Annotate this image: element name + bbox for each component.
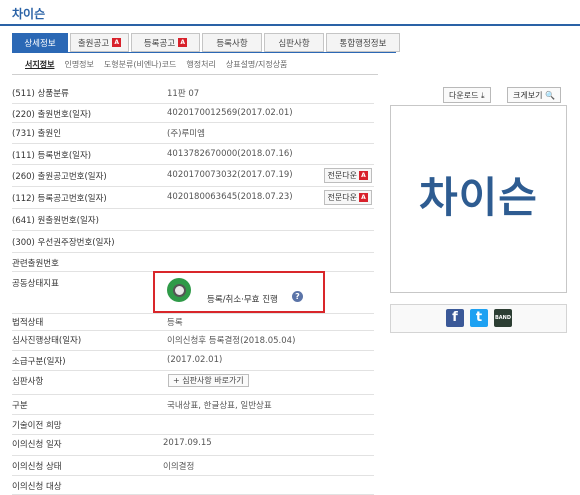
trademark-mark-text: 차이슨: [419, 173, 538, 222]
table-row: 이의신청 대상: [12, 475, 374, 495]
field-value: 등록: [167, 318, 183, 328]
field-value: (2017.02.01): [167, 355, 223, 365]
field-value: 11판 07: [167, 89, 200, 99]
field-value: 국내상표, 한글상표, 일반상표: [167, 401, 272, 411]
field-label: (111) 등록번호(일자): [12, 151, 92, 161]
field-label: 이의신청 대상: [12, 482, 62, 492]
field-value: 이의신청후 등록결정(2018.05.04): [167, 336, 296, 346]
table-row: 이의신청 일자 2017.09.15: [12, 434, 374, 456]
field-label: 관련출원번호: [12, 259, 59, 269]
table-row: 구분 국내상표, 한글상표, 일반상표: [12, 394, 374, 415]
field-value: 4020180063645(2018.07.23): [167, 192, 293, 202]
registration-seal-icon: [167, 278, 191, 302]
table-row: (260) 출원공고번호(일자) 4020170073032(2017.07.1…: [12, 164, 374, 187]
facebook-icon[interactable]: f: [446, 309, 464, 327]
table-row: 심사진행상태(일자) 이의신청후 등록결정(2018.05.04): [12, 330, 374, 351]
status-indicator-box: 등록/취소·무효 진행 ?: [153, 271, 325, 313]
field-label: 심판사항: [12, 377, 44, 387]
band-icon[interactable]: BAND: [494, 309, 512, 327]
button-label: 전문다운: [327, 171, 357, 180]
table-row: 이의신청 상태 이의결정: [12, 455, 374, 476]
field-value: 2017.09.15: [163, 438, 212, 448]
table-row: (731) 출원인 (주)루미엠: [12, 122, 374, 144]
bibliographic-table: (511) 상품분류 11판 07 (220) 출원번호(일자) 4020170…: [0, 0, 380, 495]
share-bar: f t BAND: [390, 304, 567, 333]
field-label: 기술이전 희망: [12, 421, 62, 431]
field-value: 이의결정: [163, 462, 195, 472]
field-value: 4020170073032(2017.07.19): [167, 170, 293, 180]
field-label: (220) 출원번호(일자): [12, 110, 92, 120]
table-row: (511) 상품분류 11판 07: [12, 84, 374, 104]
trial-shortcut-button[interactable]: + 심판사항 바로가기: [168, 374, 249, 387]
field-label: 소급구분(일자): [12, 357, 66, 367]
field-label: (112) 등록공고번호(일자): [12, 194, 107, 204]
pdf-icon: A: [359, 193, 368, 202]
table-row: 관련출원번호: [12, 252, 374, 272]
zoom-button[interactable]: 크게보기 🔍: [507, 87, 561, 103]
button-label: 전문다운: [327, 193, 357, 202]
table-row: (641) 원출원번호(일자): [12, 208, 374, 231]
field-value: 4020170012569(2017.02.01): [167, 108, 293, 118]
field-value: (주)루미엠: [167, 129, 205, 139]
field-label: 공동상태지표: [12, 279, 59, 289]
trademark-image: 차이슨: [390, 105, 567, 293]
full-text-download-button[interactable]: 전문다운 A: [323, 190, 372, 205]
full-text-download-button[interactable]: 전문다운 A: [323, 168, 372, 183]
field-label: (731) 출원인: [12, 129, 62, 139]
field-label: 이의신청 상태: [12, 462, 62, 472]
table-row: 법적상태 등록: [12, 313, 374, 331]
field-label: (641) 원출원번호(일자): [12, 216, 99, 226]
field-value: 4013782670000(2018.07.16): [167, 149, 293, 159]
field-label: (300) 우선권주장번호(일자): [12, 238, 115, 248]
field-label: 이의신청 일자: [12, 440, 62, 450]
table-row: (220) 출원번호(일자) 4020170012569(2017.02.01): [12, 103, 374, 123]
table-row: (300) 우선권주장번호(일자): [12, 230, 374, 253]
table-row: (111) 등록번호(일자) 4013782670000(2018.07.16): [12, 143, 374, 165]
field-label: 법적상태: [12, 318, 44, 328]
status-text: 등록/취소·무효 진행: [207, 295, 278, 305]
twitter-icon[interactable]: t: [470, 309, 488, 327]
field-label: 심사진행상태(일자): [12, 336, 82, 346]
field-label: 구분: [12, 401, 28, 411]
pdf-icon: A: [359, 171, 368, 180]
table-row: 소급구분(일자) (2017.02.01): [12, 350, 374, 371]
table-row: 기술이전 희망: [12, 414, 374, 435]
field-label: (260) 출원공고번호(일자): [12, 172, 107, 182]
field-label: (511) 상품분류: [12, 89, 69, 99]
table-row: (112) 등록공고번호(일자) 4020180063645(2018.07.2…: [12, 186, 374, 209]
download-button[interactable]: 다운로드 ⤓: [443, 87, 491, 103]
help-icon[interactable]: ?: [292, 291, 303, 302]
